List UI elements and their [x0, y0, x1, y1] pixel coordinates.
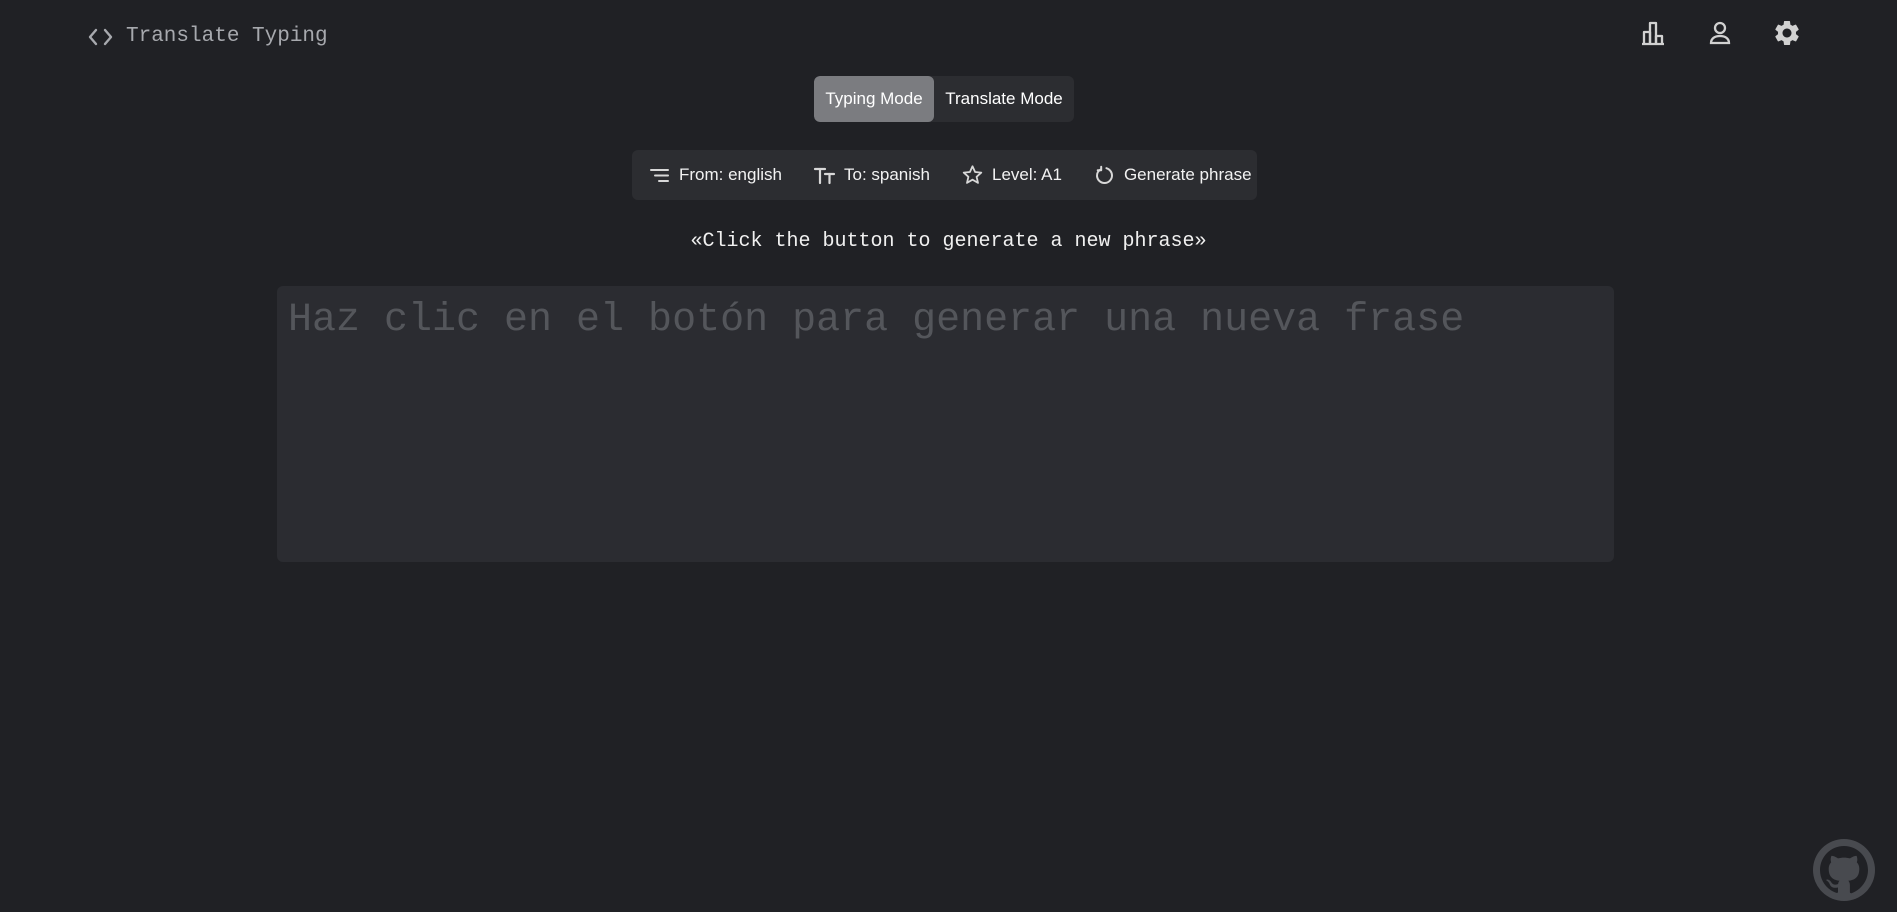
github-icon	[1813, 839, 1875, 901]
translate-mode-button[interactable]: Translate Mode	[934, 76, 1074, 122]
brand[interactable]: Translate Typing	[87, 24, 328, 50]
phrase-input[interactable]	[277, 286, 1614, 562]
bar-chart-icon	[1642, 21, 1664, 46]
text-size-icon	[813, 167, 836, 184]
phrase-toolbar: From: english To: spanish Level: A1 Gene…	[632, 150, 1257, 200]
from-language-button[interactable]: From: english	[647, 150, 782, 200]
align-right-icon	[650, 168, 669, 182]
level-label: Level: A1	[991, 165, 1062, 184]
typing-mode-button[interactable]: Typing Mode	[814, 76, 934, 122]
gear-icon	[1775, 20, 1799, 45]
github-link[interactable]	[1812, 838, 1876, 902]
brand-title: Translate Typing	[126, 25, 328, 48]
settings-button[interactable]	[1772, 18, 1802, 48]
to-language-label: To: spanish	[843, 165, 930, 184]
from-language-label: From: english	[679, 165, 782, 184]
refresh-icon	[1095, 165, 1113, 184]
star-icon	[962, 164, 983, 184]
top-actions	[1638, 18, 1802, 48]
generate-phrase-button[interactable]: Generate phrase	[1092, 150, 1252, 200]
level-button[interactable]: Level: A1	[960, 150, 1062, 200]
profile-button[interactable]	[1705, 18, 1735, 48]
mode-switch: Typing Mode Translate Mode	[814, 76, 1074, 122]
leaderboard-button[interactable]	[1638, 18, 1668, 48]
code-icon	[87, 26, 114, 48]
generate-hint: «Click the button to generate a new phra…	[690, 230, 1207, 253]
generate-phrase-label: Generate phrase	[1123, 165, 1252, 184]
user-icon	[1709, 21, 1731, 45]
to-language-button[interactable]: To: spanish	[812, 150, 930, 200]
